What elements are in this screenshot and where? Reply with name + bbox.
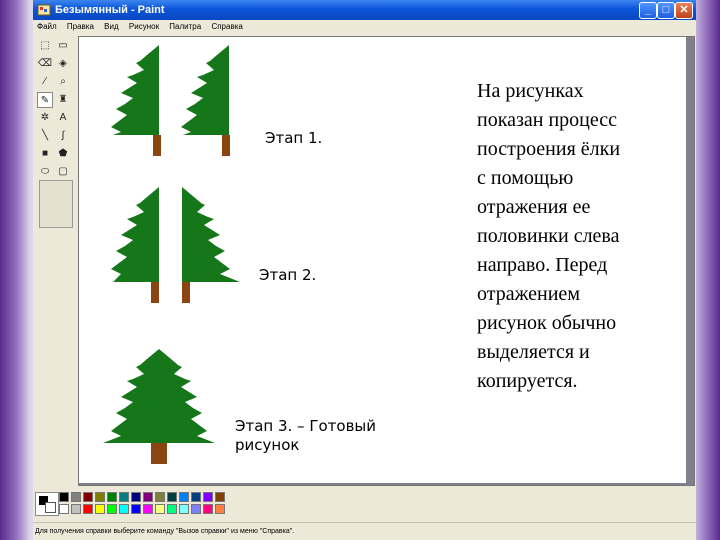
- stage3-label-line1: Этап 3. – Готовый: [235, 417, 376, 435]
- color-swatch[interactable]: [203, 492, 213, 502]
- airbrush-icon[interactable]: ✲: [37, 110, 53, 126]
- title-bar[interactable]: Безымянный - Paint _ □ ✕: [33, 0, 696, 20]
- status-bar: Для получения справки выберите команду "…: [33, 522, 696, 540]
- close-button[interactable]: ✕: [675, 2, 693, 19]
- color-swatch[interactable]: [107, 504, 117, 514]
- pencil-icon[interactable]: ✎: [37, 92, 53, 108]
- color-swatch[interactable]: [179, 504, 189, 514]
- curve-icon[interactable]: ∫: [55, 128, 71, 144]
- color-picker-icon[interactable]: ⁄: [37, 74, 53, 90]
- tree-stage2-left-half: [111, 187, 159, 303]
- description-line: На рисунках: [477, 80, 584, 102]
- description-line: отражения ее: [477, 196, 591, 218]
- color-swatch[interactable]: [71, 492, 81, 502]
- tree-stage2-right-half: [182, 187, 240, 303]
- menu-help[interactable]: Справка: [207, 20, 246, 34]
- color-swatch[interactable]: [143, 504, 153, 514]
- ellipse-icon[interactable]: ⬭: [37, 164, 53, 180]
- rounded-rect-icon[interactable]: ▢: [55, 164, 71, 180]
- description-line: отражением: [477, 283, 580, 305]
- description-line: построения ёлки: [477, 138, 621, 160]
- eraser-icon[interactable]: ⌫: [37, 56, 53, 72]
- line-icon[interactable]: ╲: [37, 128, 53, 144]
- color-swatch[interactable]: [191, 492, 201, 502]
- background-color: [45, 502, 56, 513]
- description-line: направо. Перед: [477, 254, 608, 276]
- minimize-button[interactable]: _: [639, 2, 657, 19]
- description-line: показан процесс: [477, 109, 618, 131]
- color-swatch[interactable]: [131, 492, 141, 502]
- menu-image[interactable]: Рисунок: [125, 20, 163, 34]
- color-swatch[interactable]: [59, 504, 69, 514]
- color-swatch[interactable]: [119, 492, 129, 502]
- stage1-label: Этап 1.: [265, 129, 323, 147]
- current-colors-box[interactable]: [35, 492, 59, 516]
- color-swatch[interactable]: [203, 504, 213, 514]
- rect-select-icon[interactable]: ▭: [55, 38, 71, 54]
- menu-colors[interactable]: Палитра: [165, 20, 205, 34]
- color-swatch[interactable]: [59, 492, 69, 502]
- menu-view[interactable]: Вид: [100, 20, 122, 34]
- color-swatch[interactable]: [131, 504, 141, 514]
- color-swatch[interactable]: [215, 504, 225, 514]
- tree-stage1-half-right: [181, 45, 230, 156]
- color-swatch[interactable]: [71, 504, 81, 514]
- stage2-label: Этап 2.: [259, 266, 317, 284]
- maximize-button[interactable]: □: [657, 2, 675, 19]
- paint-app-icon: [37, 4, 51, 16]
- toolbox: ⬚ ▭ ⌫ ◈ ⁄ ⌕ ✎ ♜ ✲ A ╲ ∫ ■ ⬟ ⬭ ▢: [35, 36, 75, 488]
- color-swatch[interactable]: [83, 492, 93, 502]
- color-swatch[interactable]: [83, 504, 93, 514]
- fill-bucket-icon[interactable]: ◈: [55, 56, 71, 72]
- tree-stage1-half-left: [111, 45, 161, 156]
- color-swatch[interactable]: [191, 504, 201, 514]
- magnifier-icon[interactable]: ⌕: [55, 74, 71, 90]
- text-icon[interactable]: A: [55, 110, 71, 126]
- description-line: половинки слева: [477, 225, 620, 247]
- color-swatch[interactable]: [119, 504, 129, 514]
- polygon-icon[interactable]: ⬟: [55, 146, 71, 162]
- description-line: копируется.: [477, 370, 578, 392]
- color-swatch[interactable]: [155, 492, 165, 502]
- tool-options-box[interactable]: [39, 180, 73, 228]
- color-palette: [33, 488, 696, 518]
- rectangle-icon[interactable]: ■: [37, 146, 53, 162]
- free-select-icon[interactable]: ⬚: [37, 38, 53, 54]
- color-swatch[interactable]: [95, 492, 105, 502]
- description-line: рисунок обычно: [477, 312, 617, 334]
- stage3-label-line2: рисунок: [235, 436, 300, 454]
- description-line: с помощью: [477, 167, 574, 189]
- color-swatch[interactable]: [167, 504, 177, 514]
- window-title: Безымянный - Paint: [55, 4, 165, 16]
- tree-stage3-complete: [103, 349, 215, 464]
- menu-file[interactable]: Файл: [33, 20, 61, 34]
- paint-window: Безымянный - Paint _ □ ✕ Файл Правка Вид…: [33, 0, 696, 540]
- color-swatch[interactable]: [95, 504, 105, 514]
- brush-icon[interactable]: ♜: [55, 92, 71, 108]
- canvas-scroll-area[interactable]: Этап 1. Этап 2. Этап 3. – Готовый рисуно…: [78, 36, 695, 486]
- menu-edit[interactable]: Правка: [63, 20, 98, 34]
- color-swatch[interactable]: [215, 492, 225, 502]
- color-swatch[interactable]: [107, 492, 117, 502]
- color-swatch[interactable]: [179, 492, 189, 502]
- color-swatch[interactable]: [167, 492, 177, 502]
- menu-bar: Файл Правка Вид Рисунок Палитра Справка: [33, 20, 696, 34]
- description-line: выделяется и: [477, 341, 590, 363]
- color-swatch[interactable]: [143, 492, 153, 502]
- color-swatch[interactable]: [155, 504, 165, 514]
- description-text: На рисунках показан процесс построения ё…: [477, 77, 677, 396]
- drawing-canvas[interactable]: Этап 1. Этап 2. Этап 3. – Готовый рисуно…: [79, 37, 686, 483]
